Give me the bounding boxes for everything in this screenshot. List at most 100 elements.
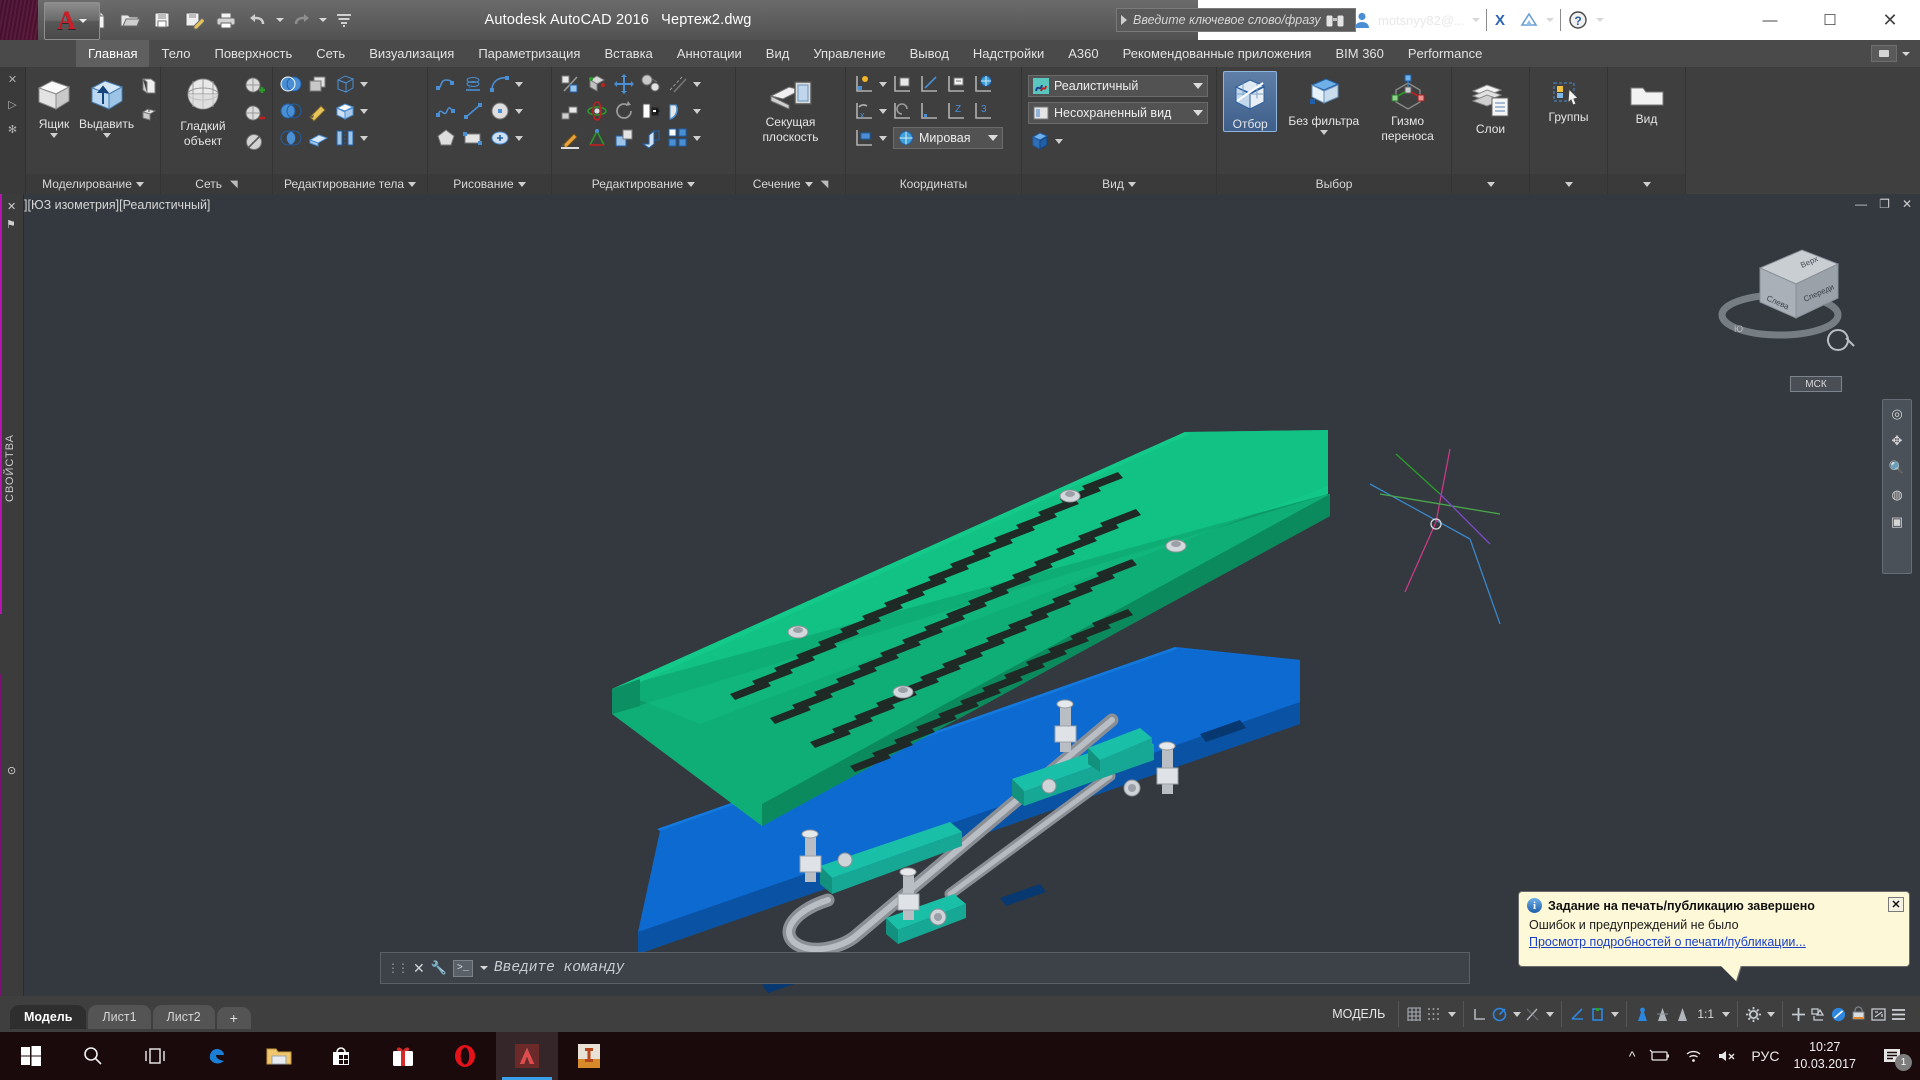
panel-coordinates-title[interactable]: Координаты <box>846 174 1021 194</box>
fillet-edge-icon[interactable] <box>639 72 663 96</box>
subtract-icon[interactable] <box>279 99 303 123</box>
command-prompt-icon[interactable]: >_ <box>452 959 473 977</box>
ucs-world-icon[interactable] <box>971 72 995 96</box>
ribbon-minimize-dropdown-icon[interactable] <box>1902 51 1910 56</box>
application-menu-button[interactable]: A <box>44 2 100 40</box>
polygon-icon[interactable] <box>434 126 458 150</box>
draw-dropdown-icon-1[interactable] <box>515 81 523 87</box>
mesh-refine-icon[interactable] <box>242 74 266 98</box>
circle-icon[interactable] <box>488 99 512 123</box>
solid-extrude-face-icon[interactable] <box>306 72 330 96</box>
rectangle-icon[interactable] <box>461 126 485 150</box>
smooth-object-button[interactable]: Гладкий объект <box>167 72 239 148</box>
solid-edit-dropdown-icon-3[interactable] <box>360 135 368 141</box>
box-button[interactable]: Ящик <box>32 72 76 138</box>
orbit-icon[interactable]: ◍ <box>1891 487 1902 503</box>
search-input[interactable]: Введите ключевое слово/фразу <box>1133 13 1321 27</box>
drawing-area[interactable]: ✕ ⚑ СВОЙСТВА ⊙ ][ЮЗ изометрия][Реалистич… <box>0 194 1920 996</box>
ucs-object-icon[interactable] <box>944 72 968 96</box>
offset-icon[interactable] <box>666 72 690 96</box>
autocad-button[interactable] <box>496 1032 558 1080</box>
ucs-previous-icon[interactable] <box>890 99 914 123</box>
user-dropdown-icon[interactable] <box>1471 18 1480 22</box>
save-as-button[interactable] <box>179 5 209 35</box>
ribbon-tab-visualize[interactable]: Визуализация <box>357 40 466 67</box>
plot-button[interactable] <box>211 5 241 35</box>
ribbon-tab-output[interactable]: Вывод <box>898 40 961 67</box>
panel-groups-title[interactable] <box>1530 174 1607 194</box>
redo-dropdown-icon[interactable] <box>319 18 327 22</box>
array-icon[interactable] <box>666 126 690 150</box>
get-office-button[interactable] <box>372 1032 434 1080</box>
wrench-icon[interactable]: 🔧 <box>431 960 447 976</box>
filter-dropdown-icon[interactable] <box>1319 130 1328 135</box>
panel-view-button-title[interactable] <box>1608 174 1685 194</box>
ribbon-tab-performance[interactable]: Performance <box>1396 40 1494 67</box>
minimize-button[interactable]: — <box>1740 0 1800 40</box>
layers-button[interactable]: Слои <box>1461 77 1521 136</box>
binoculars-icon[interactable] <box>1324 11 1346 29</box>
align-icon[interactable] <box>585 126 609 150</box>
undo-button[interactable] <box>243 5 273 35</box>
battery-icon[interactable] <box>1649 1049 1671 1063</box>
ucs-origin-icon[interactable] <box>852 72 876 96</box>
wifi-icon[interactable] <box>1685 1049 1703 1063</box>
ribbon-tab-mesh[interactable]: Сеть <box>304 40 357 67</box>
drag-handle-icon[interactable]: ⋮⋮ <box>387 961 409 975</box>
3d-move-icon[interactable] <box>612 72 636 96</box>
redo-button[interactable] <box>286 5 316 35</box>
plus-icon[interactable] <box>1790 1006 1807 1023</box>
imprint-icon[interactable] <box>306 99 330 123</box>
ribbon-minimize-button[interactable] <box>1871 45 1897 62</box>
layout-tab-model[interactable]: Модель <box>10 1005 87 1029</box>
helix-icon[interactable] <box>461 72 485 96</box>
notification-center-button[interactable]: 1 <box>1870 1032 1914 1080</box>
polyline-icon[interactable] <box>434 72 458 96</box>
close-icon[interactable]: ✕ <box>8 73 17 86</box>
ucs-x-icon[interactable]: x <box>852 99 876 123</box>
erase-icon[interactable] <box>558 99 582 123</box>
clock[interactable]: 10:27 10.03.2017 <box>1793 1039 1856 1073</box>
user-account-label[interactable]: motsnyy82@... <box>1378 13 1465 28</box>
3d-move-gizmo-icon[interactable] <box>137 102 161 126</box>
ribbon-tab-insert[interactable]: Вставка <box>592 40 664 67</box>
save-file-button[interactable] <box>147 5 177 35</box>
autodesk-app-icon[interactable] <box>1519 11 1539 29</box>
show-hidden-icons-button[interactable]: ^ <box>1629 1048 1636 1064</box>
chevron-down-icon[interactable] <box>1513 1011 1522 1017</box>
chevron-down-icon[interactable] <box>1611 1011 1620 1017</box>
solid-edit-dropdown-icon-1[interactable] <box>360 81 368 87</box>
ribbon-tab-view[interactable]: Вид <box>754 40 802 67</box>
print-notification-balloon[interactable]: i Задание на печать/публикацию завершено… <box>1518 891 1910 967</box>
extrude-dropdown-icon[interactable] <box>102 133 111 138</box>
panel-mesh-title[interactable]: Сеть ◥ <box>161 174 272 194</box>
close-button[interactable]: ✕ <box>1860 0 1920 40</box>
panel-section-title[interactable]: Сечение ◥ <box>736 174 845 194</box>
panel-layers-title[interactable] <box>1452 174 1529 194</box>
3d-scale-icon[interactable] <box>666 99 690 123</box>
line-icon[interactable] <box>461 99 485 123</box>
inventor-button[interactable] <box>558 1032 620 1080</box>
match-properties-icon[interactable] <box>558 126 582 150</box>
mirror-icon[interactable] <box>639 99 663 123</box>
ucs-3d-icon[interactable]: 3 <box>971 99 995 123</box>
otrack-icon[interactable] <box>1524 1006 1541 1023</box>
autodesk-exchange-icon[interactable]: X <box>1493 11 1513 29</box>
arc-icon[interactable] <box>488 72 512 96</box>
balloon-details-link[interactable]: Просмотр подробностей о печати/публикаци… <box>1529 935 1901 949</box>
union-icon[interactable] <box>279 72 303 96</box>
separate-icon[interactable] <box>333 126 357 150</box>
volume-muted-icon[interactable] <box>1717 1049 1737 1063</box>
ribbon-tab-surface[interactable]: Поверхность <box>202 40 304 67</box>
maximize-button[interactable]: ☐ <box>1800 0 1860 40</box>
chevron-down-icon[interactable] <box>1546 1011 1555 1017</box>
microsoft-store-button[interactable] <box>310 1032 372 1080</box>
mesh-coarsen-icon[interactable] <box>242 102 266 126</box>
panel-modeling-title[interactable]: Моделирование <box>26 174 160 194</box>
region-icon[interactable] <box>488 126 512 150</box>
language-indicator[interactable]: РУС <box>1751 1048 1779 1064</box>
balloon-close-button[interactable]: ✕ <box>1888 897 1904 912</box>
grid-icon[interactable] <box>1406 1006 1423 1023</box>
polar-icon[interactable] <box>1491 1006 1508 1023</box>
properties-icon[interactable]: ✻ <box>8 123 17 136</box>
